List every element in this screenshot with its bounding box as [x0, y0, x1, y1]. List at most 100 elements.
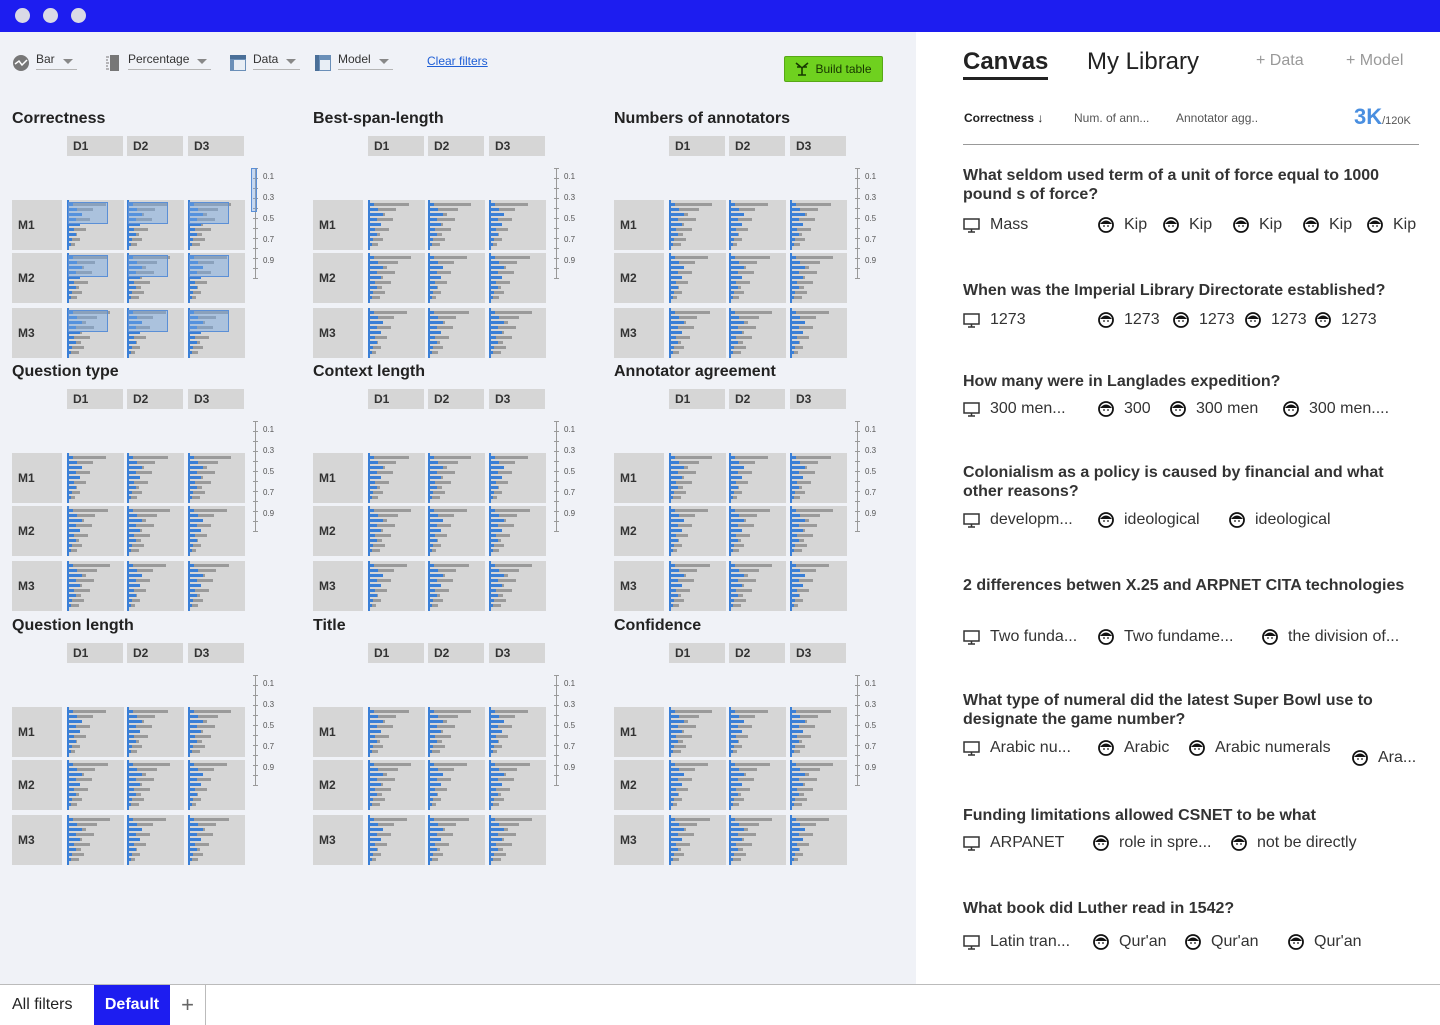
histogram-cell[interactable]	[428, 707, 485, 757]
question-item[interactable]: Funding limitations allowed CSNET to be …	[963, 806, 1423, 851]
chart-panel[interactable]: Best-span-length D1 D2 D3 M1 M2 M3 0.1 0.3 0.5 0.7…	[313, 110, 603, 358]
question-item[interactable]: What type of numeral did the latest Supe…	[963, 691, 1423, 766]
histogram-cell[interactable]	[368, 815, 425, 865]
histogram-cell[interactable]	[489, 561, 546, 611]
histogram-cell[interactable]	[67, 760, 124, 810]
chart-type-select[interactable]: Bar	[12, 52, 77, 74]
sort-correctness[interactable]: Correctness ↓	[964, 111, 1043, 125]
histogram-cell[interactable]	[489, 815, 546, 865]
histogram-cell[interactable]	[489, 200, 546, 250]
histogram-cell[interactable]	[729, 200, 786, 250]
plus-icon[interactable]: +	[170, 985, 206, 1025]
add-data-button[interactable]: + Data	[1256, 52, 1304, 70]
histogram-cell[interactable]	[428, 561, 485, 611]
sort-num-annotators[interactable]: Num. of ann...	[1074, 111, 1149, 125]
histogram-cell[interactable]	[428, 506, 485, 556]
histogram-cell[interactable]	[67, 200, 124, 250]
chart-panel[interactable]: Question type D1 D2 D3 M1 M2 M3 0.1 0.3 0.5 0.7 0.9	[12, 363, 302, 611]
all-filters-tab[interactable]: All filters	[12, 985, 72, 1025]
chart-panel[interactable]: Numbers of annotators D1 D2 D3 M1 M2 M3 0.1 0.3 0…	[614, 110, 904, 358]
histogram-cell[interactable]	[127, 561, 184, 611]
histogram-cell[interactable]	[188, 253, 245, 303]
histogram-cell[interactable]	[489, 253, 546, 303]
histogram-cell[interactable]	[127, 760, 184, 810]
histogram-cell[interactable]	[67, 253, 124, 303]
histogram-cell[interactable]	[188, 561, 245, 611]
window-maximize-button[interactable]	[71, 8, 86, 23]
histogram-cell[interactable]	[188, 453, 245, 503]
histogram-cell[interactable]	[428, 815, 485, 865]
histogram-cell[interactable]	[368, 506, 425, 556]
histogram-cell[interactable]	[428, 200, 485, 250]
histogram-cell[interactable]	[188, 815, 245, 865]
histogram-cell[interactable]	[669, 760, 726, 810]
histogram-cell[interactable]	[368, 561, 425, 611]
question-item[interactable]: When was the Imperial Library Directorat…	[963, 281, 1423, 328]
histogram-cell[interactable]	[188, 308, 245, 358]
histogram-cell[interactable]	[669, 308, 726, 358]
histogram-cell[interactable]	[127, 707, 184, 757]
histogram-cell[interactable]	[669, 453, 726, 503]
histogram-cell[interactable]	[729, 561, 786, 611]
chart-panel[interactable]: Annotator agreement D1 D2 D3 M1 M2 M3 0.1 0.3 0.5…	[614, 363, 904, 611]
histogram-cell[interactable]	[489, 506, 546, 556]
histogram-cell[interactable]	[428, 453, 485, 503]
chart-panel[interactable]: Question length D1 D2 D3 M1 M2 M3 0.1 0.3 0.5 0.7 0…	[12, 617, 302, 865]
tab-my-library[interactable]: My Library	[1087, 48, 1199, 76]
histogram-cell[interactable]	[188, 707, 245, 757]
histogram-cell[interactable]	[489, 308, 546, 358]
histogram-cell[interactable]	[729, 453, 786, 503]
question-item[interactable]: What book did Luther read in 1542? Latin …	[963, 899, 1423, 950]
histogram-cell[interactable]	[489, 453, 546, 503]
histogram-cell[interactable]	[67, 561, 124, 611]
model-select[interactable]: Model	[314, 52, 393, 74]
histogram-cell[interactable]	[67, 815, 124, 865]
histogram-cell[interactable]	[428, 308, 485, 358]
histogram-cell[interactable]	[669, 253, 726, 303]
scale-slider[interactable]: 0.1 0.3 0.5 0.7 0.9	[554, 421, 575, 532]
build-table-button[interactable]: Build table	[784, 56, 883, 82]
window-close-button[interactable]	[15, 8, 30, 23]
histogram-cell[interactable]	[669, 561, 726, 611]
scale-slider[interactable]: 0.1 0.3 0.5 0.7 0.9	[253, 675, 274, 786]
window-minimize-button[interactable]	[43, 8, 58, 23]
histogram-cell[interactable]	[790, 760, 847, 810]
histogram-cell[interactable]	[790, 815, 847, 865]
data-select[interactable]: Data	[229, 52, 301, 74]
histogram-cell[interactable]	[669, 707, 726, 757]
histogram-cell[interactable]	[188, 506, 245, 556]
histogram-cell[interactable]	[368, 308, 425, 358]
question-item[interactable]: Colonialism as a policy is caused by fin…	[963, 463, 1423, 528]
scale-slider[interactable]: 0.1 0.3 0.5 0.7 0.9	[253, 421, 274, 532]
histogram-cell[interactable]	[729, 506, 786, 556]
histogram-cell[interactable]	[489, 707, 546, 757]
histogram-cell[interactable]	[489, 760, 546, 810]
scale-slider[interactable]: 0.1 0.3 0.5 0.7 0.9	[855, 675, 876, 786]
histogram-cell[interactable]	[669, 815, 726, 865]
chart-panel[interactable]: Confidence D1 D2 D3 M1 M2 M3 0.1 0.3 0.5 0.7 0.9	[614, 617, 904, 865]
add-model-button[interactable]: + Model	[1346, 52, 1403, 70]
histogram-cell[interactable]	[428, 253, 485, 303]
histogram-cell[interactable]	[729, 308, 786, 358]
histogram-cell[interactable]	[67, 506, 124, 556]
question-item[interactable]: How many were in Langlades expedition? 30…	[963, 372, 1423, 417]
chart-panel[interactable]: Context length D1 D2 D3 M1 M2 M3 0.1 0.3 0.5 0.7 0.…	[313, 363, 603, 611]
histogram-cell[interactable]	[368, 253, 425, 303]
histogram-cell[interactable]	[790, 200, 847, 250]
histogram-cell[interactable]	[127, 506, 184, 556]
tab-canvas[interactable]: Canvas	[963, 48, 1049, 80]
chart-panel[interactable]: Title D1 D2 D3 M1 M2 M3 0.1 0.3 0.5 0.7 0.9	[313, 617, 603, 865]
histogram-cell[interactable]	[127, 253, 184, 303]
histogram-cell[interactable]	[127, 453, 184, 503]
histogram-cell[interactable]	[790, 308, 847, 358]
histogram-cell[interactable]	[790, 707, 847, 757]
histogram-cell[interactable]	[188, 200, 245, 250]
histogram-cell[interactable]	[790, 561, 847, 611]
histogram-cell[interactable]	[790, 506, 847, 556]
histogram-cell[interactable]	[729, 760, 786, 810]
histogram-cell[interactable]	[669, 506, 726, 556]
histogram-cell[interactable]	[368, 200, 425, 250]
scale-slider[interactable]: 0.1 0.3 0.5 0.7 0.9	[554, 168, 575, 279]
histogram-cell[interactable]	[729, 707, 786, 757]
histogram-cell[interactable]	[127, 815, 184, 865]
